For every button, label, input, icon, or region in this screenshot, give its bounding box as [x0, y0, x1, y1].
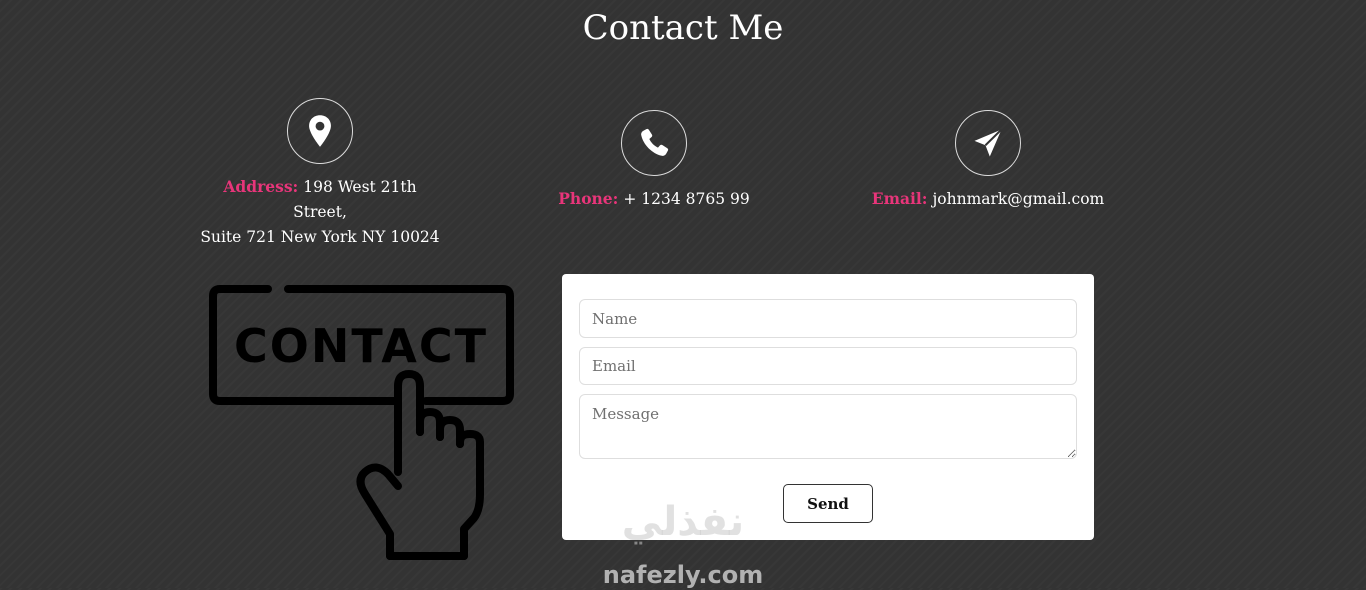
phone-icon [641, 128, 669, 156]
address-icon-circle [287, 98, 353, 164]
watermark-latin: nafezly.com [602, 561, 764, 589]
address-value-line1: 198 West 21th Street, [293, 178, 417, 221]
name-input[interactable] [579, 299, 1077, 338]
contact-form: Send [562, 274, 1094, 540]
page-title: Contact Me [582, 8, 784, 48]
map-pin-icon [309, 115, 331, 147]
address-line-1: Address: 198 West 21th Street, [200, 174, 440, 225]
message-textarea[interactable] [579, 394, 1077, 459]
email-info: Email: johnmark@gmail.com [862, 110, 1114, 212]
phone-line: Phone: + 1234 8765 99 [540, 186, 768, 212]
phone-info: Phone: + 1234 8765 99 [540, 110, 768, 212]
phone-value: + 1234 8765 99 [623, 190, 750, 208]
email-value: johnmark@gmail.com [932, 190, 1105, 208]
address-info: Address: 198 West 21th Street, Suite 721… [200, 98, 440, 250]
contact-illustration-text: CONTACT [234, 319, 488, 373]
address-value-line2: Suite 721 New York NY 10024 [200, 228, 440, 246]
email-line: Email: johnmark@gmail.com [862, 186, 1114, 212]
phone-icon-circle [621, 110, 687, 176]
email-label: Email: [871, 189, 928, 208]
paper-plane-icon [974, 128, 1003, 157]
send-button[interactable]: Send [783, 484, 873, 523]
email-icon-circle [955, 110, 1021, 176]
email-input[interactable] [579, 347, 1077, 385]
phone-label: Phone: [558, 189, 619, 208]
address-label: Address: [223, 177, 299, 196]
contact-illustration: CONTACT [208, 282, 518, 567]
